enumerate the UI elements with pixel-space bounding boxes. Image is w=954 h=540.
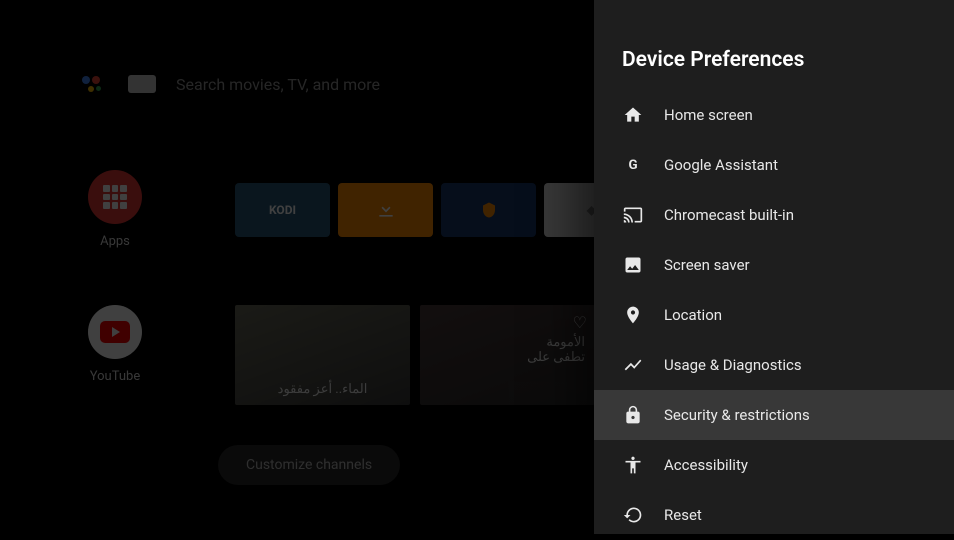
settings-item-label: Home screen — [664, 106, 753, 124]
customize-channels-button[interactable]: Customize channels — [218, 445, 400, 485]
lock-icon — [622, 404, 644, 426]
settings-item-label: Screen saver — [664, 256, 750, 274]
settings-item-label: Google Assistant — [664, 156, 778, 174]
cast-icon — [622, 204, 644, 226]
content-thumbnail-1[interactable]: الماء.. أعز مفقود — [235, 305, 410, 405]
chart-icon — [622, 354, 644, 376]
search-placeholder: Search movies, TV, and more — [176, 75, 380, 94]
apps-icon — [88, 170, 142, 224]
screensaver-icon — [622, 254, 644, 276]
device-preferences-panel: Device Preferences Home screen G Google … — [594, 0, 954, 534]
settings-item-location[interactable]: Location — [594, 290, 954, 340]
settings-item-label: Security & restrictions — [664, 406, 810, 424]
home-icon — [622, 104, 644, 126]
g-icon: G — [622, 154, 644, 176]
heart-icon: ♡ — [573, 313, 587, 332]
apps-channel-button[interactable]: Apps — [75, 170, 155, 249]
panel-title: Device Preferences — [594, 0, 954, 90]
youtube-icon — [88, 305, 142, 359]
settings-list: Home screen G Google Assistant Chromecas… — [594, 90, 954, 540]
keyboard-icon — [128, 75, 156, 93]
settings-item-google-assistant[interactable]: G Google Assistant — [594, 140, 954, 190]
youtube-label: YouTube — [90, 369, 141, 384]
svg-text:G: G — [628, 158, 637, 173]
settings-item-chromecast[interactable]: Chromecast built-in — [594, 190, 954, 240]
apps-label: Apps — [100, 234, 130, 249]
settings-item-usage-diagnostics[interactable]: Usage & Diagnostics — [594, 340, 954, 390]
accessibility-icon — [622, 454, 644, 476]
settings-item-label: Reset — [664, 506, 702, 524]
search-bar[interactable]: Search movies, TV, and more — [80, 70, 380, 98]
settings-item-security-restrictions[interactable]: Security & restrictions — [594, 390, 954, 440]
settings-item-label: Usage & Diagnostics — [664, 356, 802, 374]
assistant-icon — [80, 70, 108, 98]
settings-item-accessibility[interactable]: Accessibility — [594, 440, 954, 490]
settings-item-reset[interactable]: Reset — [594, 490, 954, 540]
settings-item-label: Accessibility — [664, 456, 748, 474]
settings-item-screen-saver[interactable]: Screen saver — [594, 240, 954, 290]
location-icon — [622, 304, 644, 326]
app-tile-downloader[interactable] — [338, 183, 433, 237]
youtube-channel-button[interactable]: YouTube — [75, 305, 155, 384]
settings-item-home-screen[interactable]: Home screen — [594, 90, 954, 140]
app-tile-kodi[interactable]: KODI — [235, 183, 330, 237]
content-thumbnail-2[interactable]: ♡ الأمومة تطفى على — [420, 305, 595, 405]
reset-icon — [622, 504, 644, 526]
settings-item-label: Chromecast built-in — [664, 206, 794, 224]
app-tile-openvpn[interactable] — [441, 183, 536, 237]
settings-item-label: Location — [664, 306, 722, 324]
